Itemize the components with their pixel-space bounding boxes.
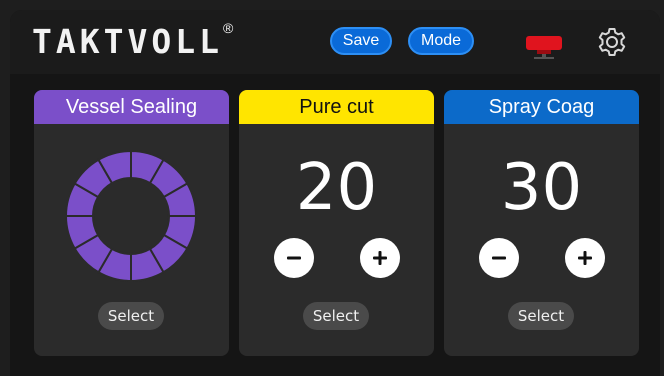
save-button[interactable]: Save <box>330 27 392 55</box>
pure-cut-plus-button[interactable] <box>360 238 400 278</box>
pure-cut-panel: Pure cut 20 Select <box>239 90 434 356</box>
spray-coag-select-button[interactable]: Select <box>508 302 574 330</box>
spray-coag-value: 30 <box>500 151 583 225</box>
vessel-sealing-select-button[interactable]: Select <box>98 302 164 330</box>
registered-mark: ® <box>222 20 234 36</box>
plus-icon <box>578 251 592 265</box>
vessel-sealing-panel: Vessel Sealing Select <box>34 90 229 356</box>
device-screen: TAKTVOLL® Save Mode Vessel Sealing Selec… <box>10 10 660 376</box>
spray-coag-title: Spray Coag <box>444 90 639 124</box>
pure-cut-title: Pure cut <box>239 90 434 124</box>
pure-cut-value: 20 <box>295 151 378 225</box>
spray-coag-panel: Spray Coag 30 Select <box>444 90 639 356</box>
mode-button[interactable]: Mode <box>408 27 474 55</box>
plus-icon <box>373 251 387 265</box>
brand-name: TAKTVOLL <box>32 22 223 61</box>
spray-coag-plus-button[interactable] <box>565 238 605 278</box>
plug-connector-icon <box>526 36 562 59</box>
brand-logo: TAKTVOLL® <box>32 20 234 61</box>
spray-coag-minus-button[interactable] <box>479 238 519 278</box>
gear-icon[interactable] <box>596 26 628 58</box>
pure-cut-minus-button[interactable] <box>274 238 314 278</box>
minus-icon <box>492 256 506 260</box>
vessel-sealing-title: Vessel Sealing <box>34 90 229 124</box>
minus-icon <box>287 256 301 260</box>
segmented-ring-indicator <box>64 149 198 283</box>
top-bar: TAKTVOLL® Save Mode <box>10 10 660 74</box>
pure-cut-select-button[interactable]: Select <box>303 302 369 330</box>
